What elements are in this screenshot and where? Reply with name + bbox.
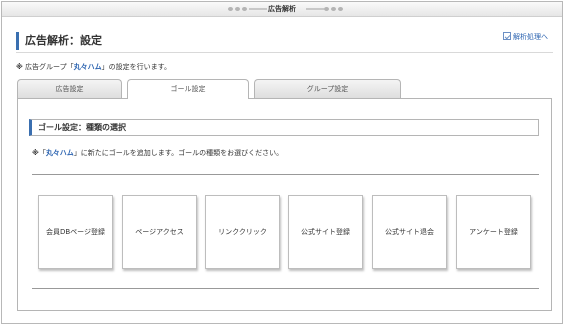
arrow-box-icon [503,32,511,40]
note-mark: ※ [16,63,23,71]
instruction-suffix: 」に新たにゴールを追加します。ゴールの種類をお選びください。 [73,149,284,157]
title-divider [16,52,553,53]
page-title: 広告解析：設定 [16,32,102,50]
group-name: 丸々ハム [73,63,102,71]
instruction-prefix: 「 [38,149,46,157]
group-info-suffix: 」の設定を行います。 [101,63,171,71]
app-window: 広告解析 広告解析：設定 解析処理へ ※ 広告グループ「丸々ハム」の設定を行いま… [1,1,563,324]
goal-settings-panel: ゴール設定：種類の選択 ※「丸々ハム」に新たにゴールを追加します。ゴールの種類を… [17,98,552,311]
instruction-text: ※「丸々ハム」に新たにゴールを追加します。ゴールの種類をお選びください。 [32,148,283,158]
divider-top [32,174,539,175]
window-title: 広告解析 [268,5,296,13]
analysis-link-label: 解析処理へ [513,33,548,41]
group-info-prefix: 広告グループ「 [25,63,74,71]
goal-member-db-page-button[interactable]: 会員DBページ登録 [38,195,113,269]
tab-ad-settings[interactable]: 広告設定 [17,79,122,98]
goal-site-withdraw-button[interactable]: 公式サイト退会 [372,195,447,269]
window-titlebar: 広告解析 [2,2,562,17]
divider-bottom [32,288,539,289]
section-title: ゴール設定：種類の選択 [29,119,539,136]
instruction-note-mark: ※ [32,149,39,157]
goal-link-click-button[interactable]: リンククリック [205,195,280,269]
instruction-group-name: 丸々ハム [45,149,74,157]
tab-goal-settings[interactable]: ゴール設定 [127,79,249,99]
goal-site-register-button[interactable]: 公式サイト登録 [288,195,363,269]
analysis-link[interactable]: 解析処理へ [503,32,548,42]
titlebar-decoration-right [306,7,345,12]
goal-page-access-button[interactable]: ページアクセス [122,195,197,269]
group-info: ※ 広告グループ「丸々ハム」の設定を行います。 [16,62,171,72]
tab-group-settings[interactable]: グループ設定 [254,79,401,98]
goal-survey-register-button[interactable]: アンケート登録 [456,195,531,269]
